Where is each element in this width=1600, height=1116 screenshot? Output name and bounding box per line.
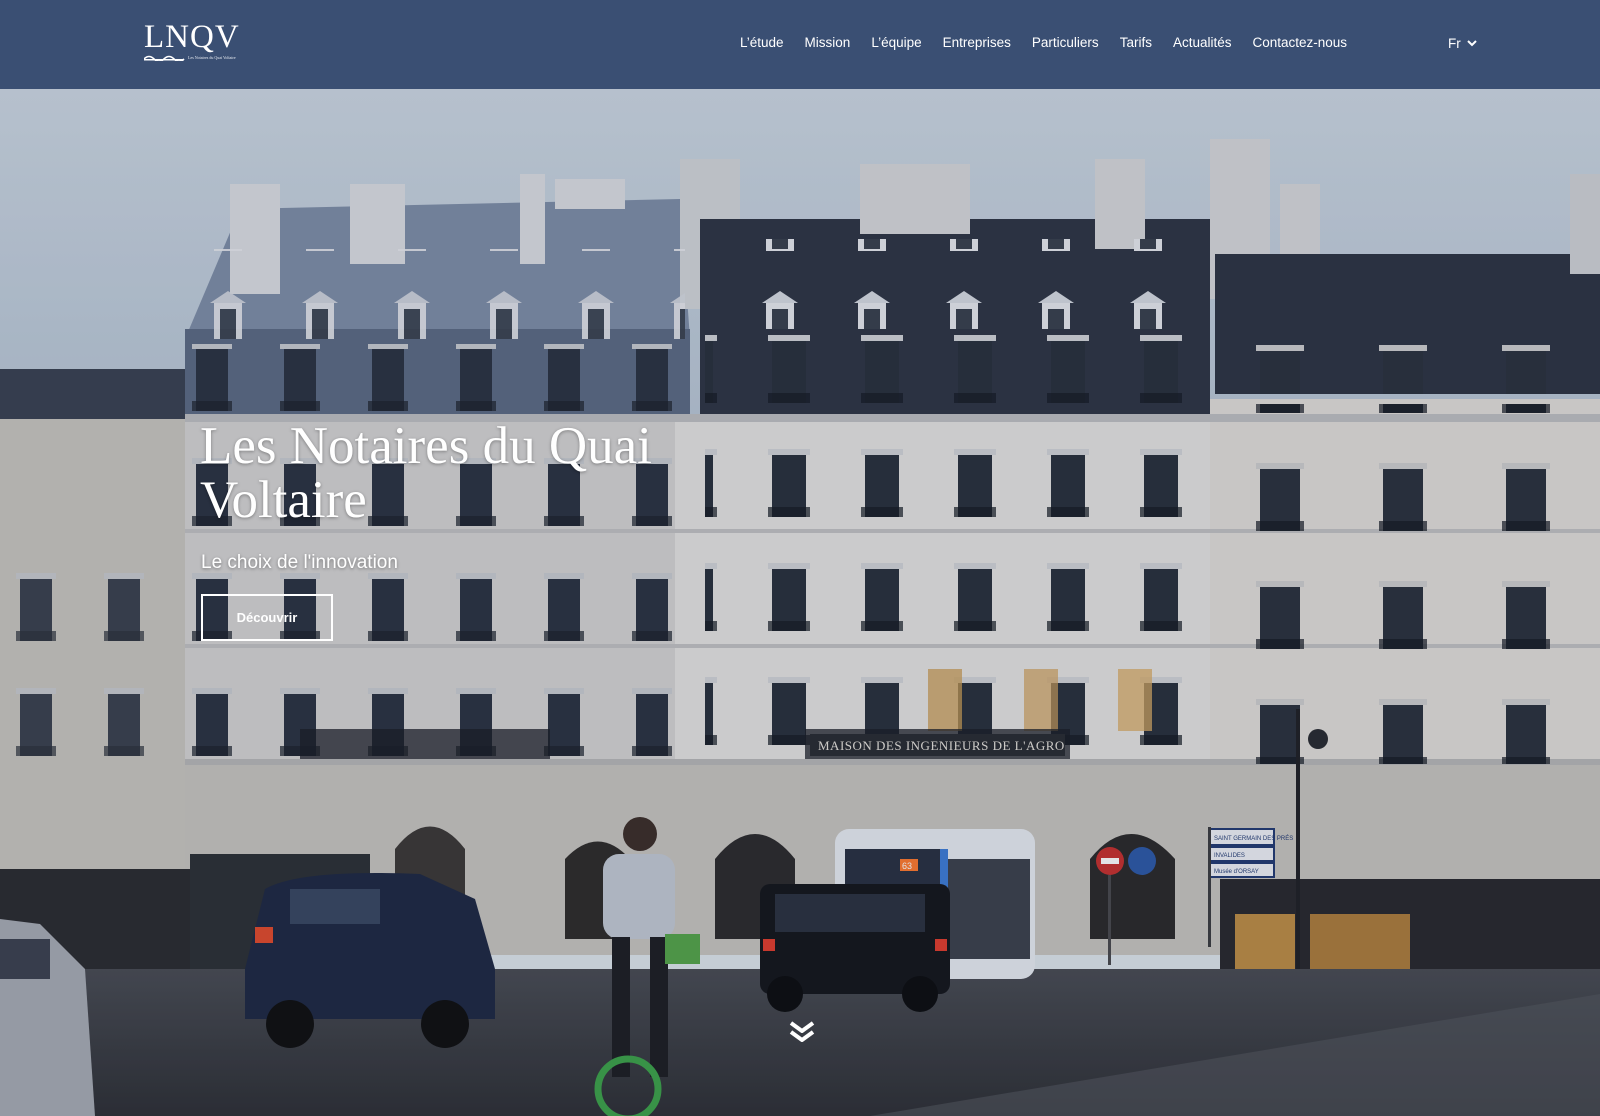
nav-equipe[interactable]: L’équipe (871, 33, 921, 53)
nav-mission[interactable]: Mission (805, 33, 851, 53)
double-chevron-down-icon[interactable] (788, 1017, 816, 1045)
hero-subtitle: Le choix de l'innovation (201, 552, 398, 573)
language-selector[interactable]: Fr (1448, 33, 1477, 53)
hero-title: Les Notaires du Quai Voltaire (200, 417, 652, 529)
language-label: Fr (1448, 35, 1461, 51)
chevron-down-icon (1467, 39, 1477, 46)
logo-text: LNQV (144, 19, 240, 55)
site-header: LNQV Les Notaires du Quai Voltaire L’étu… (0, 0, 1600, 89)
nav-entreprises[interactable]: Entreprises (943, 33, 1011, 53)
discover-button[interactable]: Découvrir (201, 594, 333, 641)
logo-subtitle: Les Notaires du Quai Voltaire (188, 55, 236, 60)
nav-particuliers[interactable]: Particuliers (1032, 33, 1099, 53)
hero-section: MAISON DES INGENIEURS DE L'AGRO SAINT GE… (0, 89, 1600, 1116)
nav-etude[interactable]: L’étude (740, 33, 784, 53)
nav-tarifs[interactable]: Tarifs (1120, 33, 1152, 53)
logo[interactable]: LNQV Les Notaires du Quai Voltaire (144, 20, 254, 64)
nav-actualites[interactable]: Actualités (1173, 33, 1232, 53)
nav-contact[interactable]: Contactez-nous (1252, 33, 1347, 53)
main-nav: L’étude Mission L’équipe Entreprises Par… (740, 33, 1347, 53)
